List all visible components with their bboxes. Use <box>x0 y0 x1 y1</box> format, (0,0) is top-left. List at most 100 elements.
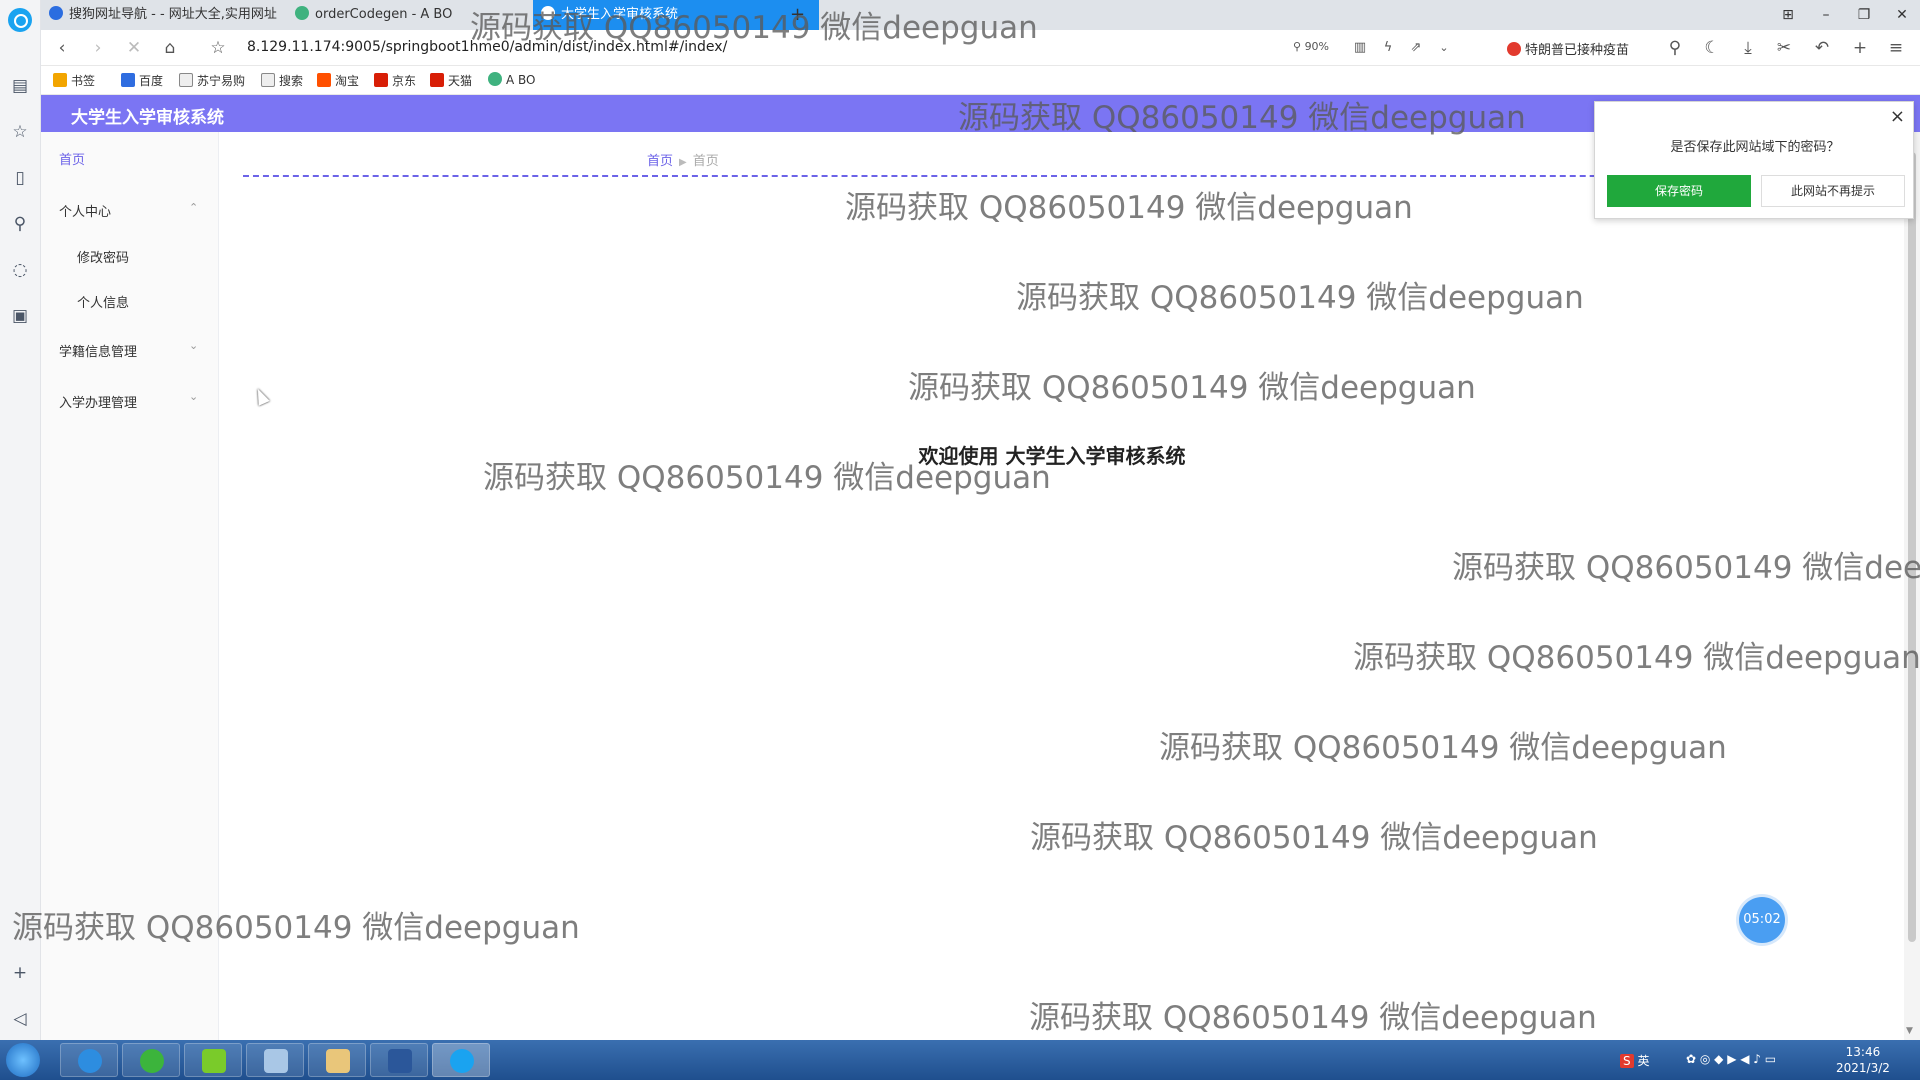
tab-active-system[interactable]: 大学生入学审核系统 <box>533 0 819 30</box>
bookmark-jd[interactable]: 京东 <box>374 72 416 89</box>
chevron-up-icon[interactable]: ⌃ <box>189 201 198 214</box>
jd-icon <box>374 73 388 87</box>
taskbar-media[interactable] <box>184 1043 242 1077</box>
reading-list-icon[interactable]: ▤ <box>10 76 30 96</box>
bookmark-star-icon[interactable]: ☆ <box>207 37 229 59</box>
sidebar-group-student-status[interactable]: 学籍信息管理 <box>59 341 137 360</box>
ime-indicator[interactable]: S 英 <box>1620 1052 1649 1069</box>
stop-icon[interactable]: ✕ <box>123 37 145 59</box>
vue-icon <box>488 72 502 86</box>
favorites-star-icon[interactable]: ☆ <box>10 122 30 142</box>
new-tab-button[interactable]: + <box>790 0 820 30</box>
translate-icon[interactable]: ▣ <box>10 306 30 326</box>
close-window-button[interactable]: ✕ <box>1883 0 1920 30</box>
save-password-button[interactable]: 保存密码 <box>1607 175 1751 207</box>
chevron-down-icon[interactable]: ⌄ <box>189 339 198 352</box>
close-icon[interactable]: × <box>1890 106 1905 127</box>
paint-icon <box>326 1049 350 1073</box>
search-icon[interactable]: ⚲ <box>1664 37 1686 59</box>
app-title: 大学生入学审核系统 <box>71 108 224 128</box>
url-field[interactable]: 8.129.11.174:9005/springboot1hme0/admin/… <box>247 39 727 55</box>
windows-taskbar: S 英 ✿ ◎ ◆ ▶ ◀ ♪ ▭ 13:46 2021/3/2 <box>0 1040 1920 1080</box>
browser-logo-icon[interactable] <box>8 8 32 32</box>
menu-icon[interactable]: ≡ <box>1885 37 1907 59</box>
scrollbar-thumb[interactable] <box>1908 152 1916 942</box>
tab-ordercodegen[interactable]: orderCodegen - A BO <box>295 0 495 30</box>
scroll-down-icon[interactable]: ▼ <box>1906 1026 1913 1036</box>
book-icon[interactable]: ▯ <box>10 168 30 188</box>
minimize-button[interactable]: – <box>1807 0 1845 30</box>
page-icon <box>541 6 555 20</box>
bookmark-baidu[interactable]: 百度 <box>121 72 163 89</box>
sidebar-item-personal-info[interactable]: 个人信息 <box>77 292 129 311</box>
bookmark-suning[interactable]: 苏宁易购 <box>179 72 245 89</box>
add-icon[interactable]: + <box>10 963 30 983</box>
bookmarks-bar: 书签 百度 苏宁易购 搜索 淘宝 京东 天猫 A BO <box>41 66 1920 95</box>
bookmark-tmall[interactable]: 天猫 <box>430 72 472 89</box>
tray-icons[interactable]: ✿ ◎ ◆ ▶ ◀ ♪ ▭ <box>1686 1052 1776 1066</box>
start-button[interactable] <box>6 1043 40 1077</box>
breadcrumb-home[interactable]: 首页 <box>647 154 673 169</box>
forward-icon[interactable]: › <box>87 37 109 59</box>
clock[interactable]: 13:46 2021/3/2 <box>1836 1044 1890 1076</box>
taskbar-paint[interactable] <box>308 1043 366 1077</box>
home-icon[interactable]: ⌂ <box>159 37 181 59</box>
sogou-search-icon <box>1507 42 1521 56</box>
chat-icon[interactable]: ◌ <box>10 260 30 280</box>
taskbar-ie[interactable] <box>60 1043 118 1077</box>
browser-green-icon <box>140 1049 164 1073</box>
tab-sogou[interactable]: 搜狗网址导航 - - 网址大全,实用网址 <box>49 0 279 30</box>
restore-button[interactable]: ❐ <box>1845 0 1883 30</box>
breadcrumb-separator-icon: ▶ <box>679 157 687 168</box>
tab-bar: 搜狗网址导航 - - 网址大全,实用网址 orderCodegen - A BO… <box>41 0 1920 30</box>
search-icon[interactable]: ⚲ <box>10 214 30 234</box>
taskbar-browser[interactable] <box>122 1043 180 1077</box>
baidu-icon <box>121 73 135 87</box>
sidebar-item-home[interactable]: 首页 <box>59 149 85 168</box>
sidebar-group-personal-center[interactable]: 个人中心 <box>59 201 111 220</box>
screenshot-icon[interactable]: ✂ <box>1773 37 1795 59</box>
news-ticker[interactable]: 特朗普已接种疫苗 <box>1507 39 1629 58</box>
recording-timer[interactable]: 05:02 <box>1739 897 1785 943</box>
bookmark-abo[interactable]: A BO <box>488 72 536 87</box>
play-icon <box>202 1049 226 1073</box>
main-content: 首页 ▶ 首页 欢迎使用 大学生入学审核系统 <box>219 132 1885 1040</box>
flash-icon[interactable]: ϟ <box>1377 37 1399 59</box>
vue-icon <box>295 6 309 20</box>
taskbar-active-browser[interactable] <box>432 1043 490 1077</box>
sidebar-item-change-password[interactable]: 修改密码 <box>77 247 129 266</box>
add-icon[interactable]: + <box>1849 37 1871 59</box>
sidebar-group-enrollment[interactable]: 入学办理管理 <box>59 392 137 411</box>
reader-icon[interactable]: ▥ <box>1349 37 1371 59</box>
tab-list-icon[interactable]: ⊞ <box>1769 0 1807 30</box>
welcome-message: 欢迎使用 大学生入学审核系统 <box>918 444 1186 468</box>
taobao-icon <box>317 73 331 87</box>
vertical-scrollbar[interactable]: ▲ ▼ <box>1904 132 1920 1040</box>
notepad-icon <box>264 1049 288 1073</box>
share-icon[interactable]: ⇗ <box>1405 37 1427 59</box>
back-icon[interactable]: ‹ <box>51 37 73 59</box>
night-mode-icon[interactable]: ☾ <box>1701 37 1723 59</box>
breadcrumb: 首页 ▶ 首页 <box>647 150 719 169</box>
sogou-icon <box>49 6 63 20</box>
bookmark-search[interactable]: 搜索 <box>261 72 303 89</box>
taskbar-notepad[interactable] <box>246 1043 304 1077</box>
bookmark-taobao[interactable]: 淘宝 <box>317 72 359 89</box>
star-icon <box>53 73 67 87</box>
chevron-down-icon[interactable]: ⌄ <box>189 390 198 403</box>
save-password-question: 是否保存此网站域下的密码？ <box>1670 140 1840 155</box>
ie-icon <box>78 1049 102 1073</box>
collapse-rail-icon[interactable]: ◁ <box>10 1009 30 1029</box>
zoom-level[interactable]: ⚲ 90% <box>1293 40 1329 53</box>
globe-icon <box>179 73 193 87</box>
download-icon[interactable]: ⤓ <box>1737 37 1759 59</box>
browser-side-rail: ▤ ☆ ▯ ⚲ ◌ ▣ + ◁ <box>0 0 41 1040</box>
dropdown-icon[interactable]: ⌄ <box>1433 37 1455 59</box>
undo-icon[interactable]: ↶ <box>1811 37 1833 59</box>
sidebar-menu: 首页 个人中心 ⌃ 修改密码 个人信息 学籍信息管理 ⌄ 入学办理管理 ⌄ <box>41 132 219 1040</box>
never-prompt-button[interactable]: 此网站不再提示 <box>1761 175 1905 207</box>
bookmark-folder[interactable]: 书签 <box>53 72 95 89</box>
taskbar-word[interactable] <box>370 1043 428 1077</box>
tmall-icon <box>430 73 444 87</box>
globe-icon <box>261 73 275 87</box>
